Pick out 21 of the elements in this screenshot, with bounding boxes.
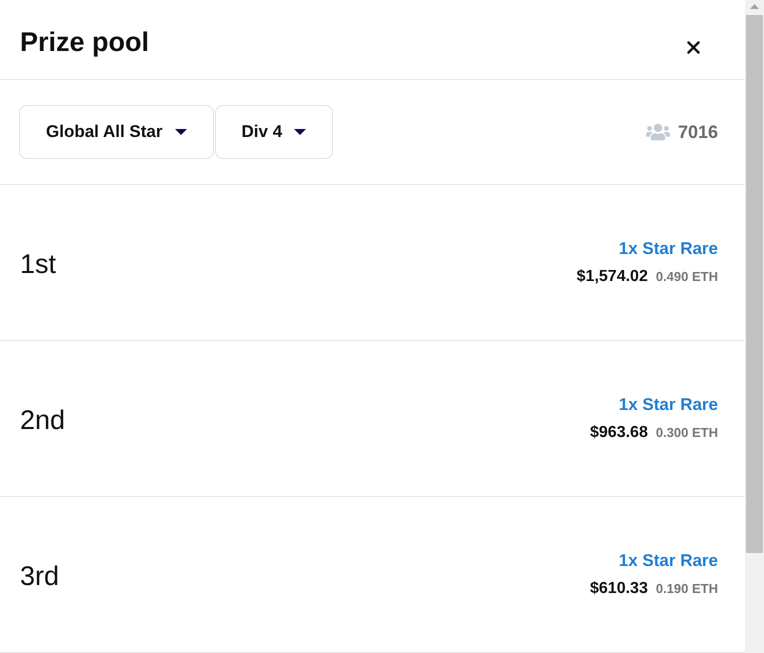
scroll-up-icon[interactable] <box>750 4 759 9</box>
caret-icon <box>294 129 306 136</box>
filter-dropdown[interactable]: Global All Star <box>19 105 214 160</box>
usd-value: $963.68 <box>590 422 648 442</box>
participant-count: 7016 <box>678 122 718 143</box>
reward-name: 1x Star Rare <box>618 550 718 572</box>
place-label: 3rd <box>20 561 60 592</box>
caret-icon <box>174 129 187 136</box>
place-label: 1st <box>20 249 56 280</box>
dialog-title: Prize pool <box>20 26 150 59</box>
reward-name: 1x Star Rare <box>618 238 718 260</box>
place-label: 2nd <box>20 405 66 436</box>
usd-value: $1,574.02 <box>576 266 648 286</box>
usd-value: $610.33 <box>590 578 648 598</box>
eth-value: 0.300 ETH <box>656 424 718 442</box>
filter-dropdown[interactable]: Div 4 <box>214 105 334 160</box>
scrollbar-thumb[interactable] <box>746 15 763 553</box>
eth-value: 0.190 ETH <box>656 580 718 598</box>
reward-name: 1x Star Rare <box>618 394 718 416</box>
eth-value: 0.490 ETH <box>656 268 718 286</box>
close-icon[interactable] <box>686 40 700 54</box>
